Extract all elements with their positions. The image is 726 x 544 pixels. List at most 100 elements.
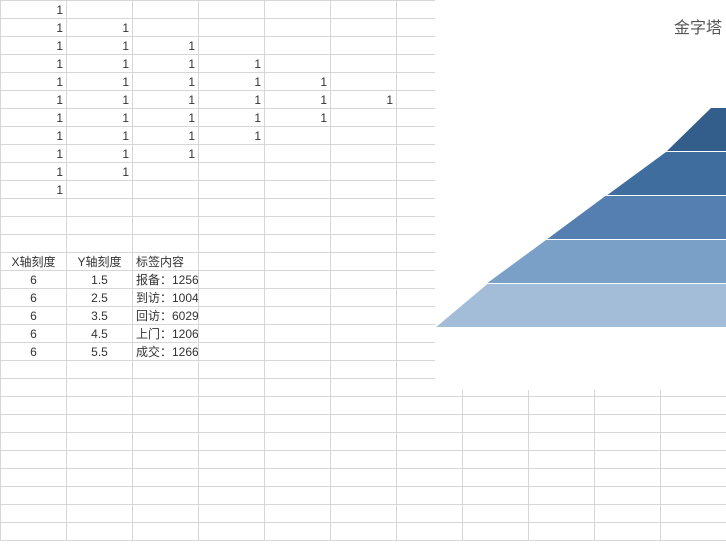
cell[interactable] (529, 487, 595, 505)
cell[interactable] (67, 415, 133, 433)
cell[interactable]: 6 (1, 307, 67, 325)
cell[interactable] (199, 487, 265, 505)
cell[interactable] (199, 415, 265, 433)
cell[interactable] (661, 415, 726, 433)
cell[interactable] (199, 145, 265, 163)
cell[interactable] (265, 415, 331, 433)
cell[interactable]: 1 (133, 127, 199, 145)
cell[interactable] (265, 55, 331, 73)
cell[interactable] (199, 1, 265, 19)
cell[interactable] (67, 199, 133, 217)
cell[interactable] (331, 271, 397, 289)
cell[interactable] (133, 163, 199, 181)
cell[interactable]: 1 (67, 55, 133, 73)
cell[interactable] (133, 217, 199, 235)
cell[interactable]: 1 (1, 37, 67, 55)
cell[interactable] (595, 523, 661, 541)
cell[interactable] (199, 505, 265, 523)
cell[interactable] (331, 55, 397, 73)
cell[interactable] (397, 469, 463, 487)
cell[interactable] (529, 451, 595, 469)
cell[interactable] (661, 523, 726, 541)
cell[interactable]: 1 (199, 91, 265, 109)
cell[interactable] (331, 19, 397, 37)
cell[interactable] (265, 37, 331, 55)
cell[interactable] (331, 361, 397, 379)
cell[interactable]: 到访：10048 (133, 289, 199, 307)
cell[interactable] (67, 379, 133, 397)
cell[interactable] (199, 433, 265, 451)
cell[interactable] (661, 397, 726, 415)
cell[interactable]: 1 (1, 127, 67, 145)
cell[interactable] (133, 181, 199, 199)
cell[interactable]: 1 (1, 181, 67, 199)
cell[interactable] (67, 523, 133, 541)
pyramid-chart[interactable]: 金字塔 (435, 0, 726, 390)
cell[interactable] (1, 505, 67, 523)
cell[interactable] (1, 379, 67, 397)
cell[interactable] (397, 451, 463, 469)
cell[interactable] (265, 325, 331, 343)
cell[interactable]: 6 (1, 289, 67, 307)
cell[interactable] (661, 451, 726, 469)
cell[interactable] (595, 433, 661, 451)
cell[interactable] (67, 217, 133, 235)
cell[interactable] (331, 1, 397, 19)
cell[interactable]: 4.5 (67, 325, 133, 343)
cell[interactable] (397, 487, 463, 505)
cell[interactable] (463, 451, 529, 469)
cell[interactable]: 1 (67, 127, 133, 145)
cell[interactable] (265, 1, 331, 19)
cell[interactable]: 上门：1206 (133, 325, 199, 343)
cell[interactable] (265, 19, 331, 37)
cell[interactable] (67, 487, 133, 505)
cell[interactable] (331, 163, 397, 181)
cell[interactable] (595, 397, 661, 415)
cell[interactable]: 1 (67, 163, 133, 181)
cell[interactable] (397, 433, 463, 451)
cell[interactable]: 1 (133, 73, 199, 91)
cell[interactable]: 3.5 (67, 307, 133, 325)
cell[interactable] (331, 451, 397, 469)
cell[interactable] (331, 523, 397, 541)
cell[interactable] (265, 253, 331, 271)
cell[interactable] (265, 361, 331, 379)
cell[interactable] (67, 451, 133, 469)
cell[interactable] (331, 469, 397, 487)
cell[interactable]: 1 (199, 55, 265, 73)
cell[interactable] (1, 199, 67, 217)
cell[interactable] (265, 343, 331, 361)
cell[interactable] (397, 523, 463, 541)
cell[interactable] (397, 415, 463, 433)
cell[interactable] (331, 235, 397, 253)
cell[interactable] (133, 199, 199, 217)
cell[interactable] (1, 217, 67, 235)
cell[interactable] (595, 469, 661, 487)
cell[interactable] (265, 163, 331, 181)
cell[interactable]: 1 (67, 73, 133, 91)
cell[interactable] (199, 235, 265, 253)
cell[interactable] (1, 487, 67, 505)
cell[interactable] (265, 145, 331, 163)
cell[interactable]: 1.5 (67, 271, 133, 289)
cell[interactable] (331, 307, 397, 325)
cell[interactable] (331, 73, 397, 91)
cell[interactable] (265, 505, 331, 523)
cell[interactable] (199, 199, 265, 217)
cell[interactable] (331, 199, 397, 217)
cell[interactable] (595, 451, 661, 469)
cell[interactable] (67, 361, 133, 379)
cell[interactable] (463, 505, 529, 523)
cell[interactable] (463, 433, 529, 451)
cell[interactable] (331, 325, 397, 343)
cell[interactable] (265, 433, 331, 451)
cell[interactable] (133, 1, 199, 19)
cell[interactable] (331, 181, 397, 199)
cell[interactable] (1, 361, 67, 379)
cell[interactable]: 1 (265, 73, 331, 91)
cell[interactable] (67, 1, 133, 19)
cell[interactable] (265, 487, 331, 505)
cell[interactable] (331, 37, 397, 55)
cell[interactable] (199, 289, 265, 307)
cell[interactable] (265, 235, 331, 253)
